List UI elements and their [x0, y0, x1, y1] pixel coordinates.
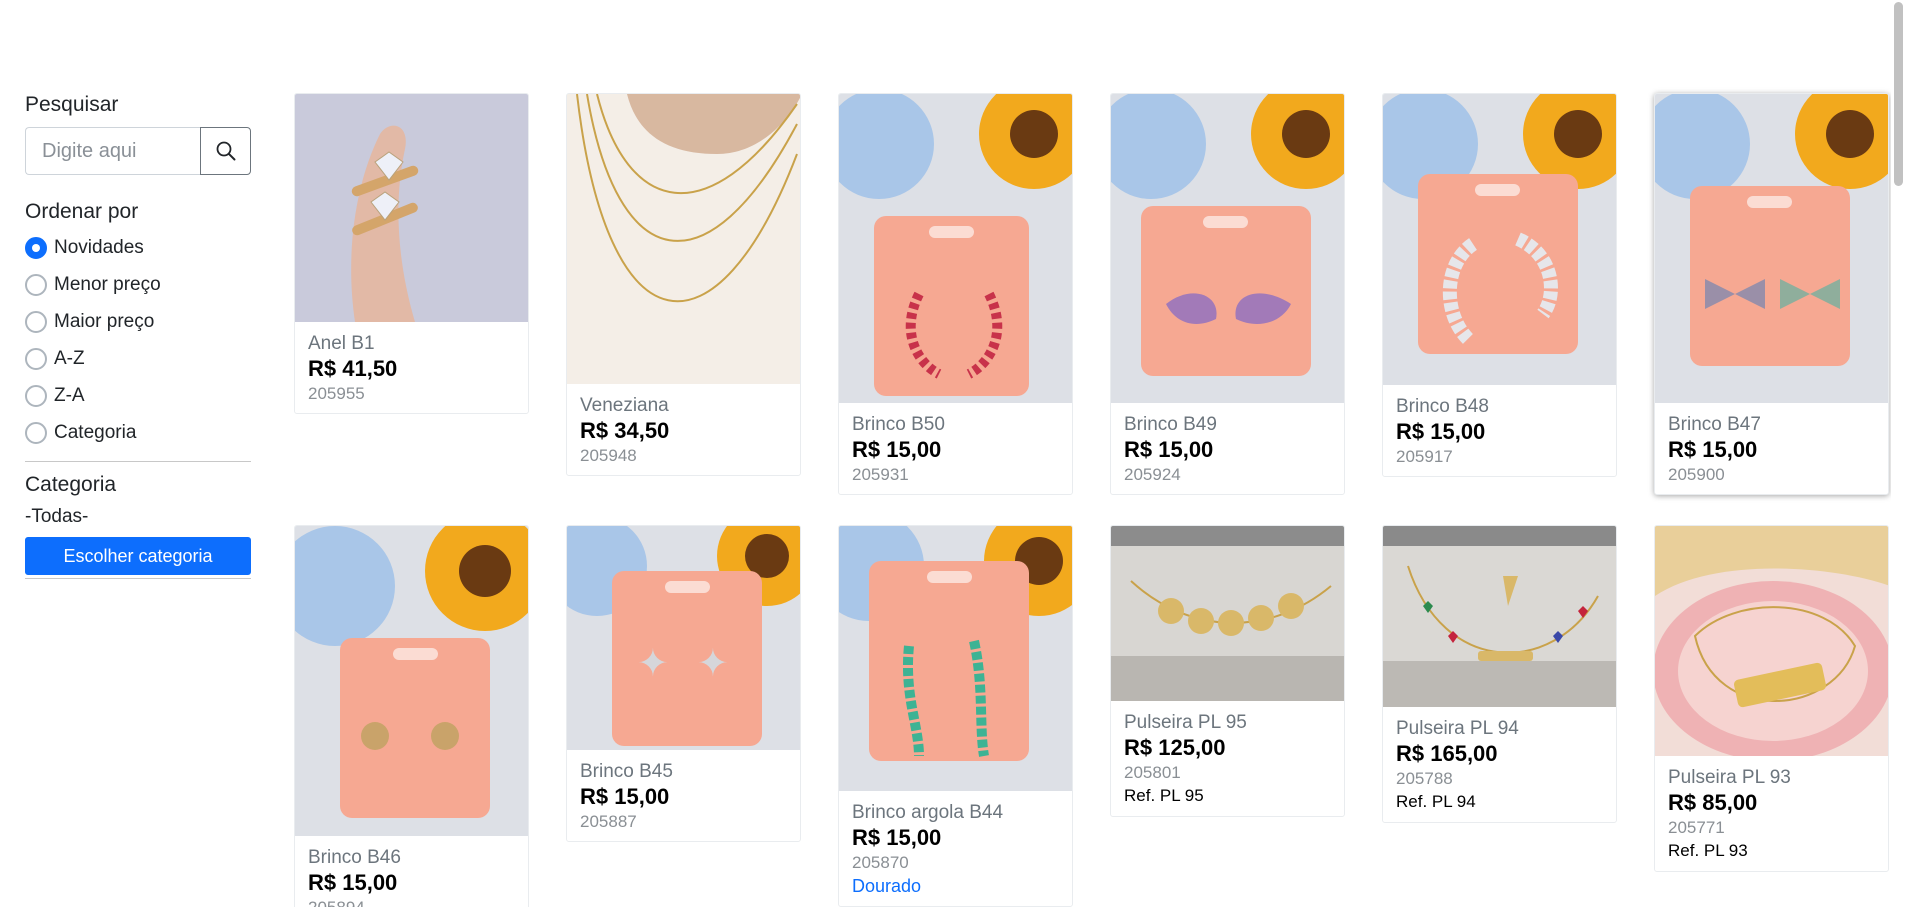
product-ref: Ref. PL 95 — [1124, 786, 1204, 805]
product-code: 205948 — [580, 446, 637, 465]
product-card[interactable]: Brinco B47 R$ 15,00 205900 — [1654, 93, 1889, 495]
product-card[interactable]: Brinco B48 R$ 15,00 205917 — [1382, 93, 1617, 477]
product-name[interactable]: Veneziana — [580, 394, 787, 417]
product-name[interactable]: Pulseira PL 95 — [1124, 711, 1331, 734]
product-name[interactable]: Brinco B45 — [580, 760, 787, 783]
product-name[interactable]: Pulseira PL 94 — [1396, 717, 1603, 740]
radio-icon[interactable] — [25, 384, 47, 407]
product-image[interactable] — [1111, 94, 1344, 403]
category-title: Categoria — [25, 473, 117, 496]
sort-option-a-z[interactable]: A-Z — [25, 340, 251, 377]
divider — [25, 461, 251, 462]
product-price: R$ 15,00 — [852, 825, 942, 850]
radio-checked-icon[interactable] — [25, 236, 47, 259]
product-card[interactable]: Veneziana R$ 34,50 205948 — [566, 93, 801, 476]
product-image[interactable] — [1383, 526, 1616, 707]
product-price: R$ 165,00 — [1396, 741, 1498, 766]
product-variant[interactable]: Dourado — [852, 874, 1059, 898]
radio-icon[interactable] — [25, 347, 47, 370]
sort-options: Novidades Menor preço Maior preço A-Z Z-… — [25, 229, 251, 451]
product-code: 205900 — [1668, 465, 1725, 484]
sort-option-maior-preco[interactable]: Maior preço — [25, 303, 251, 340]
product-image[interactable] — [567, 94, 800, 384]
product-name[interactable]: Brinco argola B44 — [852, 801, 1059, 824]
product-card[interactable]: Brinco B50 R$ 15,00 205931 — [838, 93, 1073, 495]
sort-option-menor-preco[interactable]: Menor preço — [25, 266, 251, 303]
radio-icon[interactable] — [25, 421, 47, 444]
product-code: 205788 — [1396, 769, 1453, 788]
sort-option-novidades[interactable]: Novidades — [25, 229, 251, 266]
product-price: R$ 15,00 — [308, 870, 398, 895]
search-input[interactable] — [25, 127, 200, 175]
product-code: 205917 — [1396, 447, 1453, 466]
divider — [25, 578, 251, 579]
product-code: 205931 — [852, 465, 909, 484]
product-name[interactable]: Anel B1 — [308, 332, 515, 355]
product-price: R$ 15,00 — [1124, 437, 1214, 462]
radio-icon[interactable] — [25, 310, 47, 333]
product-code: 205924 — [1124, 465, 1181, 484]
product-card[interactable]: Pulseira PL 94 R$ 165,00 205788 Ref. PL … — [1382, 525, 1617, 823]
product-price: R$ 15,00 — [580, 784, 670, 809]
sort-title: Ordenar por — [25, 200, 139, 223]
search-icon — [216, 141, 235, 161]
search-button[interactable] — [200, 127, 251, 175]
product-price: R$ 15,00 — [1396, 419, 1486, 444]
product-name[interactable]: Pulseira PL 93 — [1668, 766, 1875, 789]
product-card[interactable]: Anel B1 R$ 41,50 205955 — [294, 93, 529, 414]
product-image[interactable] — [839, 94, 1072, 403]
product-image[interactable] — [839, 526, 1072, 791]
radio-icon[interactable] — [25, 273, 47, 296]
product-ref: Ref. PL 93 — [1668, 841, 1748, 860]
product-card[interactable]: Brinco B46 R$ 15,00 205894 — [294, 525, 529, 907]
product-name[interactable]: Brinco B49 — [1124, 413, 1331, 436]
product-card[interactable]: Pulseira PL 93 R$ 85,00 205771 Ref. PL 9… — [1654, 525, 1889, 872]
scrollbar[interactable] — [1891, 0, 1906, 907]
sort-option-label: Maior preço — [54, 310, 155, 332]
product-name[interactable]: Brinco B46 — [308, 846, 515, 869]
product-price: R$ 85,00 — [1668, 790, 1758, 815]
product-price: R$ 34,50 — [580, 418, 670, 443]
filter-sidebar: Pesquisar Ordenar por Novidades Menor pr… — [25, 92, 251, 579]
sort-option-z-a[interactable]: Z-A — [25, 377, 251, 414]
sort-option-label: Novidades — [54, 236, 144, 258]
product-card[interactable]: Brinco B49 R$ 15,00 205924 — [1110, 93, 1345, 495]
scrollbar-thumb[interactable] — [1894, 2, 1903, 186]
sort-option-categoria[interactable]: Categoria — [25, 414, 251, 451]
product-name[interactable]: Brinco B47 — [1668, 413, 1875, 436]
product-card[interactable]: Brinco argola B44 R$ 15,00 205870 Dourad… — [838, 525, 1073, 907]
product-image[interactable] — [295, 94, 528, 322]
product-price: R$ 15,00 — [852, 437, 942, 462]
search-bar — [25, 127, 251, 175]
product-name[interactable]: Brinco B48 — [1396, 395, 1603, 418]
product-image[interactable] — [1655, 526, 1888, 756]
sort-option-label: A-Z — [54, 347, 85, 369]
category-value: -Todas- — [25, 506, 89, 527]
product-image[interactable] — [1383, 94, 1616, 385]
product-price: R$ 125,00 — [1124, 735, 1226, 760]
product-image[interactable] — [1655, 94, 1888, 403]
product-price: R$ 41,50 — [308, 356, 398, 381]
product-card[interactable]: Pulseira PL 95 R$ 125,00 205801 Ref. PL … — [1110, 525, 1345, 817]
search-title: Pesquisar — [25, 93, 119, 116]
product-card[interactable]: ✦ ✦ Brinco B45 R$ 15,00 205887 — [566, 525, 801, 842]
sort-option-label: Z-A — [54, 384, 85, 406]
product-code: 205771 — [1668, 818, 1725, 837]
sort-option-label: Menor preço — [54, 273, 161, 295]
product-name[interactable]: Brinco B50 — [852, 413, 1059, 436]
sort-option-label: Categoria — [54, 421, 137, 443]
product-code: 205955 — [308, 384, 365, 403]
product-code: 205870 — [852, 853, 909, 872]
choose-category-button[interactable]: Escolher categoria — [25, 537, 251, 575]
product-price: R$ 15,00 — [1668, 437, 1758, 462]
product-image[interactable] — [295, 526, 528, 836]
svg-text:✦: ✦ — [697, 641, 729, 685]
product-code: 205894 — [308, 897, 515, 907]
product-ref: Ref. PL 94 — [1396, 792, 1476, 811]
product-code: 205887 — [580, 812, 637, 831]
svg-text:✦: ✦ — [637, 641, 669, 685]
product-image[interactable] — [1111, 526, 1344, 701]
product-code: 205801 — [1124, 763, 1181, 782]
product-image[interactable]: ✦ ✦ — [567, 526, 800, 750]
